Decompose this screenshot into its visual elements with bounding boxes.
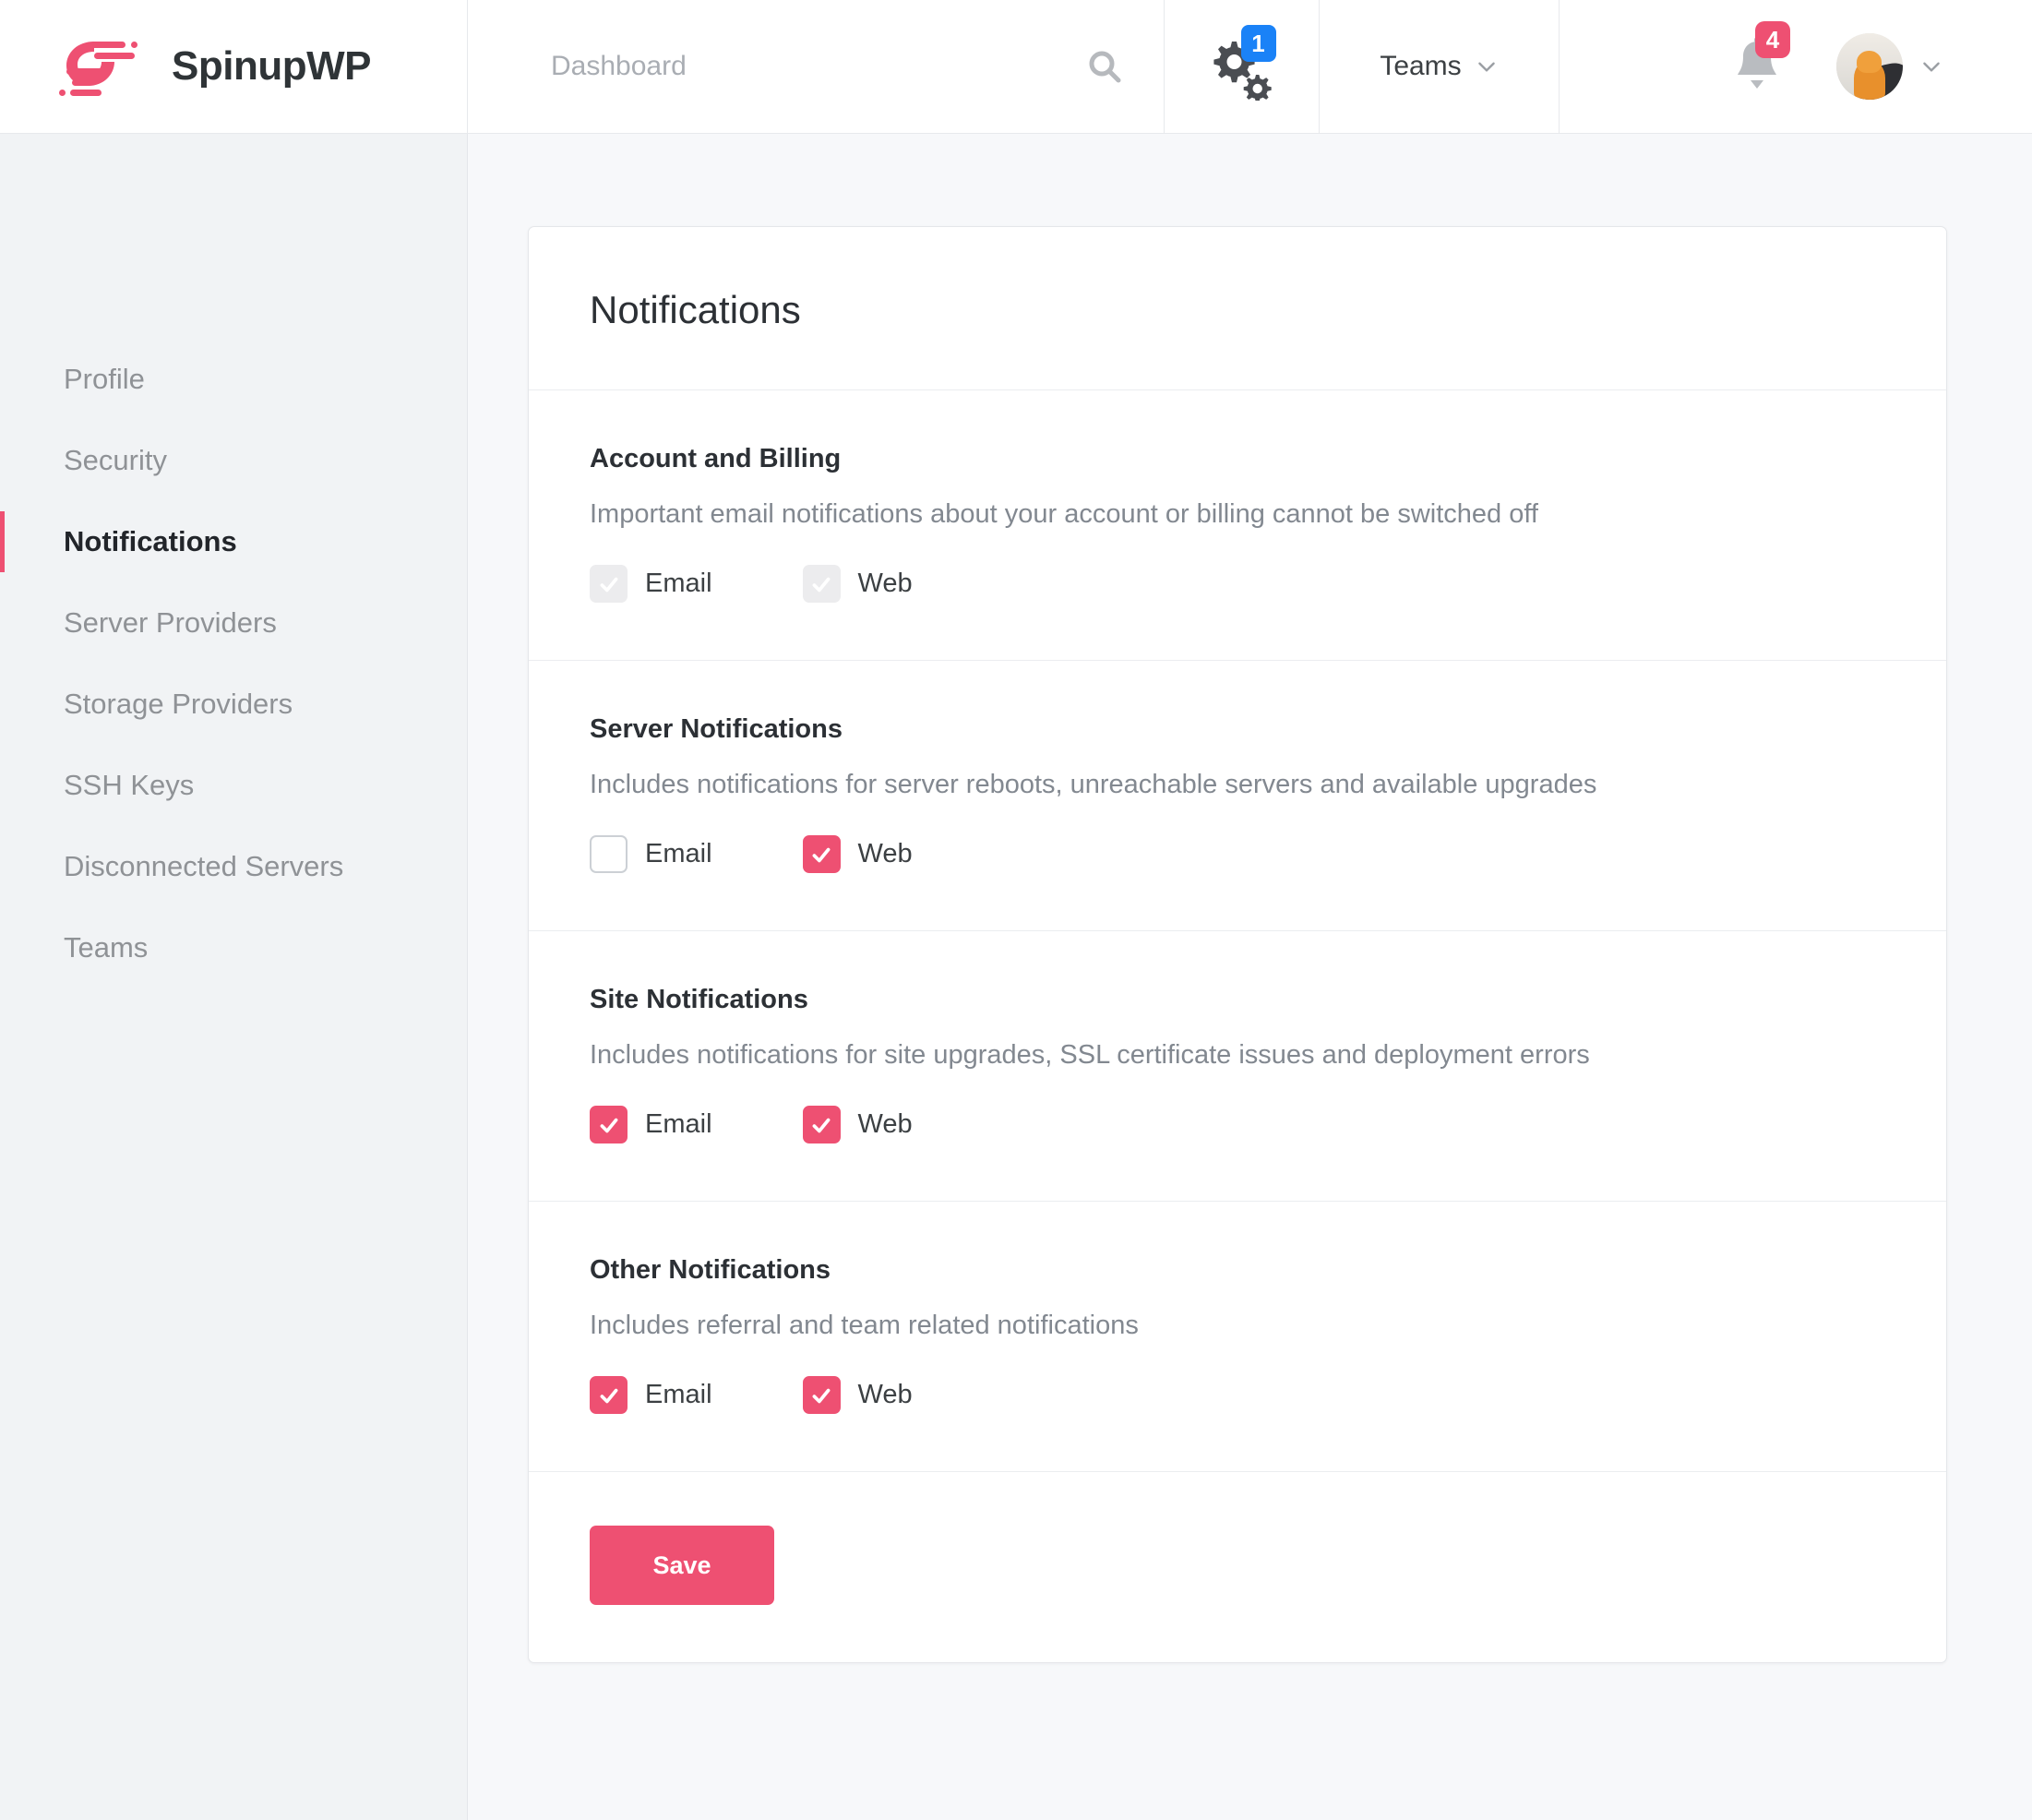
checkbox-box[interactable]: [590, 1376, 628, 1414]
notifications-card: Notifications Account and Billing Import…: [528, 226, 1947, 1663]
checkbox-box[interactable]: [802, 1106, 841, 1143]
section-description: Includes notifications for site upgrades…: [590, 1040, 1590, 1070]
notifications-button[interactable]: 4: [1729, 21, 1790, 97]
sidebar-item-label: Disconnected Servers: [64, 850, 344, 882]
checkbox-account-billing-email: Email: [590, 565, 712, 603]
sidebar-item-notifications[interactable]: Notifications: [0, 501, 467, 582]
top-bar: SpinupWP 1: [0, 0, 2032, 134]
checkbox-other-web[interactable]: Web: [802, 1376, 913, 1414]
sidebar-item-security[interactable]: Security: [0, 420, 467, 501]
sidebar-item-profile[interactable]: Profile: [0, 339, 467, 420]
checkbox-other-email[interactable]: Email: [590, 1376, 712, 1414]
search-input[interactable]: [551, 51, 1077, 82]
sidebar-item-server-providers[interactable]: Server Providers: [0, 582, 467, 664]
section-options: Email Web: [590, 835, 1885, 873]
section-options: Email Web: [590, 1106, 1885, 1143]
sidebar-item-label: Server Providers: [64, 606, 277, 639]
section-account-and-billing: Account and Billing Important email noti…: [529, 390, 1946, 661]
check-icon: [812, 1388, 831, 1403]
section-description: Includes notifications for server reboot…: [590, 770, 1597, 799]
settings-button[interactable]: 1: [1165, 0, 1320, 133]
checkbox-label: Web: [857, 839, 913, 868]
checkbox-box: [802, 565, 841, 603]
avatar: [1836, 33, 1903, 100]
checkbox-box[interactable]: [802, 1376, 841, 1414]
section-title: Site Notifications: [590, 985, 808, 1014]
checkbox-box[interactable]: [590, 1106, 628, 1143]
settings-badge: 1: [1240, 25, 1276, 62]
sidebar-item-disconnected-servers[interactable]: Disconnected Servers: [0, 826, 467, 907]
sidebar-item-label: Notifications: [64, 525, 237, 557]
checkbox-box[interactable]: [802, 835, 841, 873]
teams-dropdown[interactable]: Teams: [1320, 0, 1560, 133]
brand-home-link[interactable]: SpinupWP: [0, 0, 468, 133]
section-options: Email Web: [590, 1376, 1885, 1414]
sidebar-item-label: SSH Keys: [64, 769, 195, 801]
checkbox-account-billing-web: Web: [802, 565, 913, 603]
section-server-notifications: Server Notifications Includes notificati…: [529, 661, 1946, 931]
app-root: SpinupWP 1: [0, 0, 2032, 1820]
checkbox-server-web[interactable]: Web: [802, 835, 913, 873]
checkbox-server-email[interactable]: Email: [590, 835, 712, 873]
section-title: Account and Billing: [590, 444, 842, 473]
checkbox-label: Email: [645, 1109, 712, 1139]
check-icon: [812, 847, 831, 862]
check-icon: [600, 1118, 617, 1132]
account-menu[interactable]: [1836, 33, 1943, 100]
section-title: Other Notifications: [590, 1255, 831, 1285]
search-icon[interactable]: [1077, 39, 1132, 94]
settings-sidebar: Profile Security Notifications Server Pr…: [0, 134, 468, 1820]
card-footer: Save: [529, 1472, 1946, 1662]
chevron-down-icon: [1923, 62, 1940, 72]
section-description: Important email notifications about your…: [590, 499, 1538, 529]
save-button[interactable]: Save: [590, 1526, 774, 1605]
sidebar-item-label: Security: [64, 444, 167, 476]
checkbox-label: Email: [645, 1380, 712, 1409]
sidebar-item-ssh-keys[interactable]: SSH Keys: [0, 745, 467, 826]
section-title: Server Notifications: [590, 714, 843, 744]
checkbox-site-email[interactable]: Email: [590, 1106, 712, 1143]
section-other-notifications: Other Notifications Includes referral an…: [529, 1202, 1946, 1472]
sidebar-item-storage-providers[interactable]: Storage Providers: [0, 664, 467, 745]
sidebar-item-label: Profile: [64, 363, 145, 395]
card-header: Notifications: [529, 227, 1946, 390]
check-icon: [812, 1118, 831, 1132]
spinupwp-speed-logo-icon: [54, 34, 157, 99]
page-title: Notifications: [590, 288, 801, 331]
checkbox-box[interactable]: [590, 835, 628, 873]
sidebar-item-label: Storage Providers: [64, 688, 293, 720]
body: Profile Security Notifications Server Pr…: [0, 134, 2032, 1820]
check-icon: [812, 577, 831, 592]
sidebar-item-label: Teams: [64, 931, 149, 964]
search-zone: [468, 0, 1165, 133]
check-icon: [600, 1388, 617, 1403]
checkbox-label: Web: [857, 569, 913, 598]
checkbox-site-web[interactable]: Web: [802, 1106, 913, 1143]
section-description: Includes referral and team related notif…: [590, 1311, 1139, 1340]
section-site-notifications: Site Notifications Includes notification…: [529, 931, 1946, 1202]
checkbox-label: Web: [857, 1109, 913, 1139]
check-icon: [600, 577, 617, 592]
brand-name: SpinupWP: [172, 43, 371, 89]
content-area: Notifications Account and Billing Import…: [468, 134, 2032, 1820]
teams-label: Teams: [1380, 51, 1462, 81]
checkbox-box: [590, 565, 628, 603]
checkbox-label: Web: [857, 1380, 913, 1409]
account-zone: 4: [1560, 0, 2032, 133]
checkbox-label: Email: [645, 839, 712, 868]
section-options: Email Web: [590, 565, 1885, 603]
checkbox-label: Email: [645, 569, 712, 598]
sidebar-item-teams[interactable]: Teams: [0, 907, 467, 988]
chevron-down-icon: [1477, 62, 1495, 72]
notifications-badge: 4: [1755, 21, 1790, 58]
